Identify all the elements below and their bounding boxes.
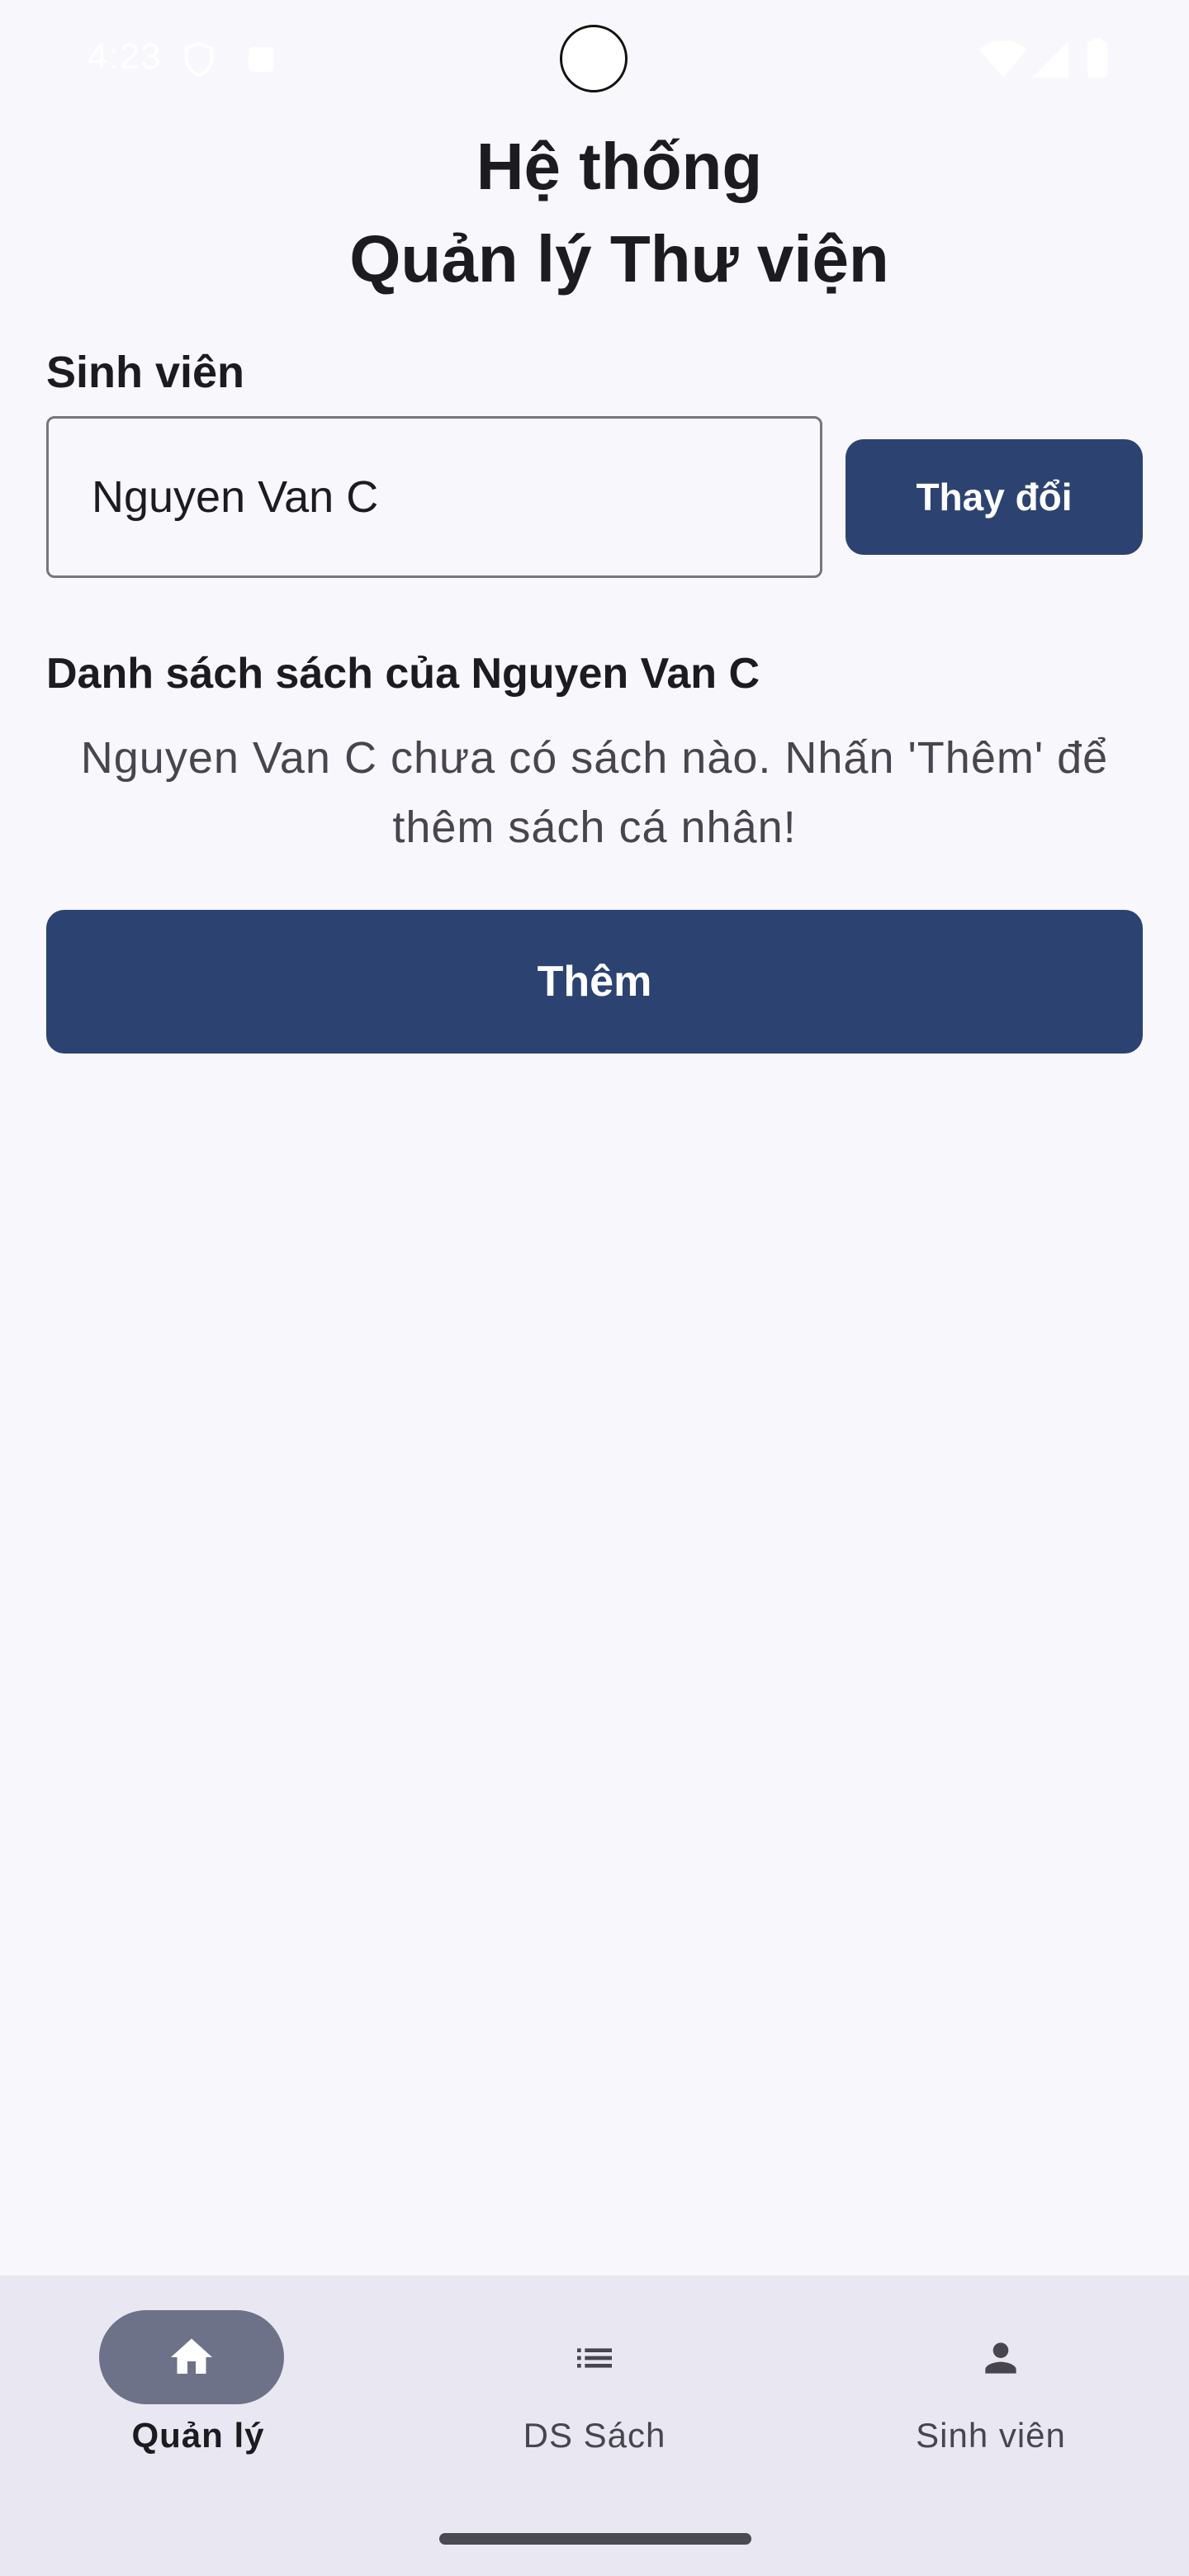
camera-cutout [560,25,628,92]
title-line-1: Hệ thống [476,130,763,203]
signal-icon [1032,41,1068,78]
home-icon [171,2338,212,2374]
person-icon [985,2342,1016,2374]
nav-label-manage: Quản lý [131,2416,265,2455]
nav-label-books: DS Sách [523,2416,666,2455]
nav-item-manage[interactable]: Quản lý [0,2275,396,2490]
add-book-button[interactable]: Thêm [46,910,1143,1054]
empty-message-line-2: thêm sách cá nhân! [392,803,797,852]
nav-item-books[interactable]: DS Sách [396,2275,793,2490]
status-time: 4:23 [88,36,162,77]
nav-label-students: Sinh viên [916,2416,1066,2455]
student-label: Sinh viên [46,348,245,397]
bottom-navigation: Quản lý DS Sách Sinh viên [0,2275,1189,2576]
gesture-home-bar[interactable] [439,2533,751,2545]
status-bar: 4:23 [0,0,1189,116]
battery-icon [1087,38,1107,78]
shield-icon [184,41,214,78]
empty-book-message: Nguyen Van C chưa có sách nào. Nhấn 'Thê… [46,723,1143,862]
wifi-icon [979,41,1027,78]
page-title: Hệ thống Quản lý Thư viện [0,121,1189,305]
title-line-2: Quản lý Thư viện [349,222,889,296]
student-input[interactable] [46,416,822,578]
nav-active-indicator [99,2310,284,2404]
change-student-button[interactable]: Thay đổi [846,439,1143,555]
list-icon [577,2348,612,2368]
notification-icon [249,47,273,72]
empty-message-line-1: Nguyen Van C chưa có sách nào. Nhấn 'Thê… [80,733,1109,783]
book-list-title: Danh sách sách của Nguyen Van C [46,650,760,698]
nav-item-students[interactable]: Sinh viên [793,2275,1189,2490]
